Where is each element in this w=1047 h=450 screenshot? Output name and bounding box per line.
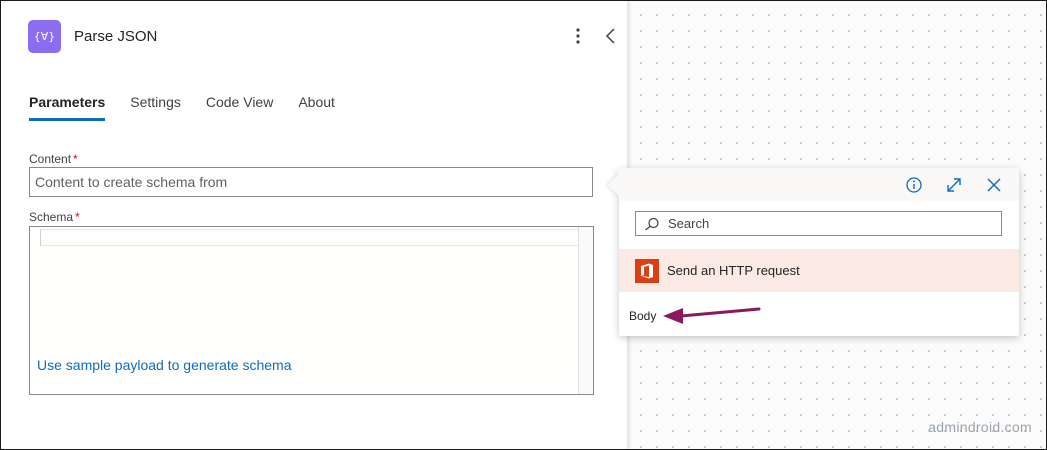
- schema-editor-current-line: [40, 229, 582, 246]
- watermark: admindroid.com: [928, 419, 1032, 435]
- search-box: [635, 211, 1002, 236]
- action-icon-glyph: {∀}: [33, 30, 56, 43]
- content-field-label: Content *: [29, 152, 78, 166]
- info-icon[interactable]: [905, 176, 923, 194]
- required-marker: *: [73, 152, 78, 166]
- action-settings-panel: {∀} Parse JSON Parameters Settings Code …: [1, 1, 627, 449]
- tab-code-view[interactable]: Code View: [206, 94, 273, 121]
- tab-settings[interactable]: Settings: [130, 94, 181, 121]
- search-icon: [645, 217, 659, 231]
- content-input[interactable]: [29, 167, 593, 197]
- search-input[interactable]: [660, 215, 1001, 232]
- close-icon[interactable]: [985, 176, 1003, 194]
- connector-label: Send an HTTP request: [667, 263, 800, 278]
- schema-field-label: Schema *: [29, 210, 80, 224]
- tab-bar: Parameters Settings Code View About: [29, 94, 360, 121]
- schema-label-text: Schema: [29, 210, 74, 224]
- dynamic-token-body[interactable]: Body: [629, 309, 656, 323]
- connector-send-http-request[interactable]: Send an HTTP request: [619, 249, 1019, 292]
- panel-title: Parse JSON: [74, 28, 158, 45]
- schema-editor-scrollbar[interactable]: [578, 227, 593, 394]
- generate-schema-link[interactable]: Use sample payload to generate schema: [37, 357, 291, 373]
- popup-header: [619, 168, 1019, 201]
- required-marker: *: [75, 210, 80, 224]
- content-label-text: Content: [29, 152, 72, 166]
- parse-json-action-icon: {∀}: [28, 20, 61, 53]
- expand-icon[interactable]: [945, 176, 963, 194]
- schema-editor[interactable]: Use sample payload to generate schema: [29, 226, 594, 395]
- tab-about[interactable]: About: [298, 94, 335, 121]
- office-365-icon: [635, 258, 659, 283]
- annotation-arrow-icon: [663, 307, 761, 324]
- app-frame: {∀} Parse JSON Parameters Settings Code …: [0, 0, 1047, 450]
- tab-parameters[interactable]: Parameters: [29, 94, 106, 121]
- more-vertical-icon[interactable]: [569, 26, 587, 46]
- chevron-left-icon[interactable]: [603, 26, 619, 46]
